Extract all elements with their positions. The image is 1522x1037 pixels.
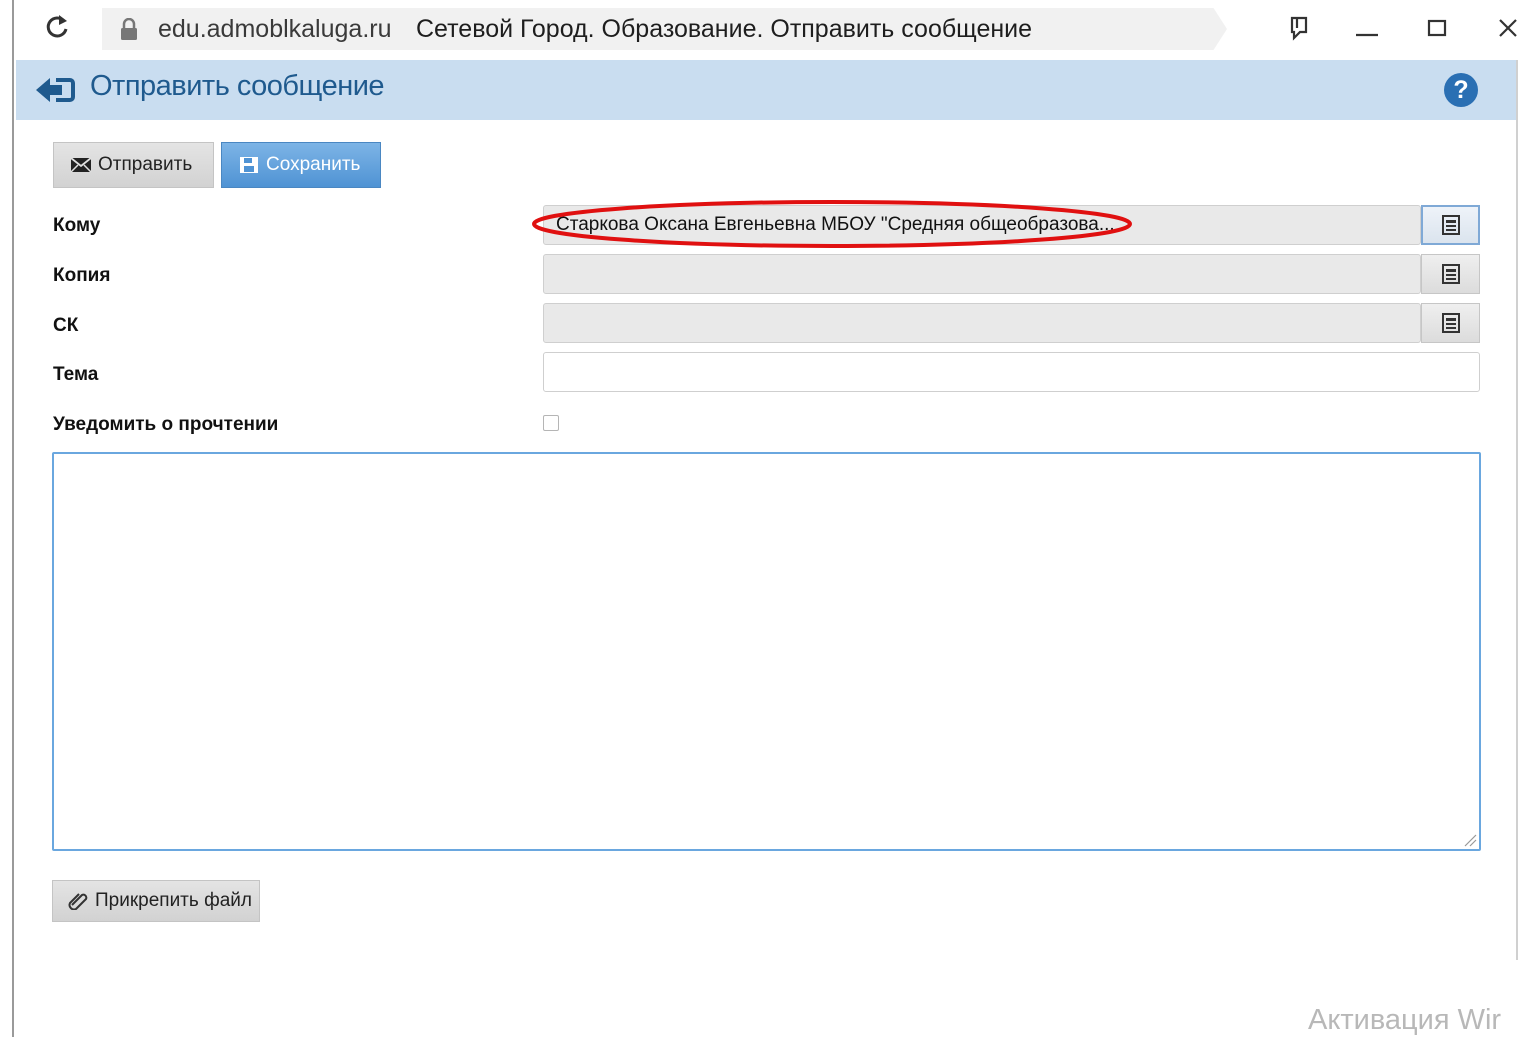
pin-window-icon bbox=[1290, 16, 1308, 41]
message-body-textarea[interactable] bbox=[52, 452, 1481, 851]
minimize-button[interactable] bbox=[1347, 8, 1387, 48]
close-window-button[interactable] bbox=[1488, 8, 1522, 48]
minimize-icon bbox=[1356, 33, 1378, 37]
right-scrollbar[interactable] bbox=[1516, 60, 1522, 960]
browser-titlebar: edu.admoblkaluga.ru Сетевой Город. Образ… bbox=[16, 0, 1522, 60]
subject-input[interactable] bbox=[543, 352, 1480, 392]
send-button-label: Отправить bbox=[98, 154, 193, 175]
cc-picker-button[interactable] bbox=[1421, 254, 1480, 294]
help-icon[interactable]: ? bbox=[1444, 73, 1478, 107]
to-label: Кому bbox=[53, 215, 101, 236]
attach-file-button[interactable]: Прикрепить файл bbox=[52, 880, 260, 922]
bcc-label: СК bbox=[53, 315, 79, 336]
page-tab-title: Сетевой Город. Образование. Отправить со… bbox=[416, 15, 1033, 43]
reload-icon[interactable] bbox=[44, 12, 70, 42]
maximize-icon bbox=[1427, 19, 1447, 37]
cc-field[interactable] bbox=[543, 254, 1421, 294]
close-icon bbox=[1499, 19, 1517, 37]
paperclip-icon bbox=[68, 893, 88, 910]
save-button-label: Сохранить bbox=[266, 154, 361, 175]
maximize-button[interactable] bbox=[1417, 8, 1457, 48]
read-receipt-label: Уведомить о прочтении bbox=[53, 414, 279, 435]
address-book-icon bbox=[1441, 215, 1460, 235]
read-receipt-checkbox[interactable] bbox=[543, 415, 559, 431]
pin-window-button[interactable] bbox=[1278, 8, 1318, 48]
cc-label: Копия bbox=[53, 265, 111, 286]
bcc-field[interactable] bbox=[543, 303, 1421, 343]
floppy-disk-icon bbox=[240, 157, 258, 173]
address-book-icon bbox=[1441, 313, 1460, 333]
to-field[interactable]: Старкова Оксана Евгеньевна МБОУ "Средняя… bbox=[543, 205, 1421, 245]
back-arrow-icon[interactable] bbox=[34, 74, 76, 106]
envelope-icon bbox=[70, 157, 92, 173]
address-bar[interactable]: edu.admoblkaluga.ru Сетевой Город. Образ… bbox=[102, 8, 1227, 50]
send-button[interactable]: Отправить bbox=[53, 142, 214, 188]
url-domain: edu.admoblkaluga.ru bbox=[158, 15, 392, 43]
resize-grip-icon[interactable] bbox=[1463, 833, 1477, 847]
save-button[interactable]: Сохранить bbox=[221, 142, 381, 188]
subject-label: Тема bbox=[53, 364, 99, 385]
help-glyph: ? bbox=[1453, 75, 1469, 104]
window-left-edge bbox=[0, 0, 14, 1037]
to-field-value: Старкова Оксана Евгеньевна МБОУ "Средняя… bbox=[556, 214, 1115, 235]
bcc-picker-button[interactable] bbox=[1421, 303, 1480, 343]
address-book-icon bbox=[1441, 264, 1460, 284]
windows-activation-watermark: Активация Wir bbox=[1308, 1004, 1502, 1036]
page-title: Отправить сообщение bbox=[90, 70, 385, 102]
page-header: Отправить сообщение ? bbox=[16, 60, 1516, 120]
app-window: edu.admoblkaluga.ru Сетевой Город. Образ… bbox=[0, 0, 1522, 1037]
lock-icon bbox=[121, 18, 137, 40]
to-picker-button[interactable] bbox=[1421, 205, 1480, 245]
attach-file-label: Прикрепить файл bbox=[95, 890, 252, 911]
